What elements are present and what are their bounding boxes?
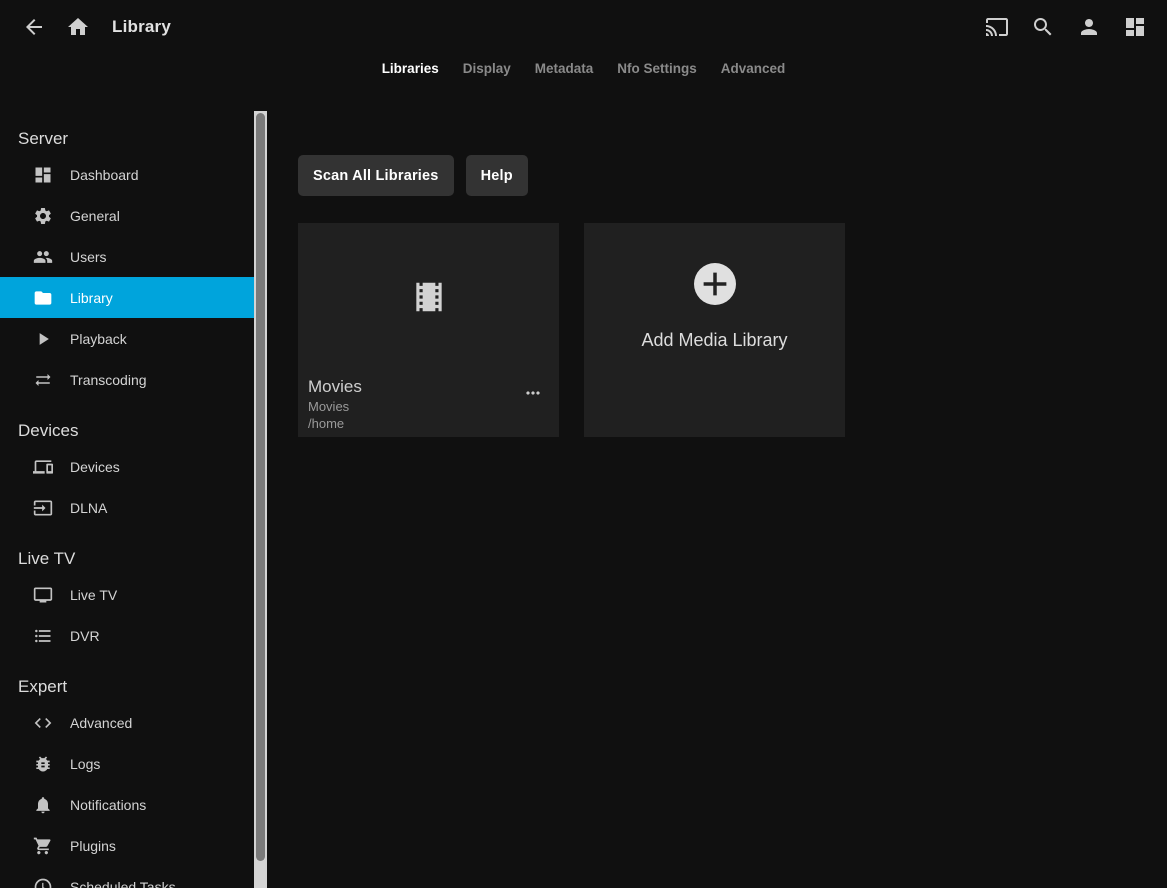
gear-icon [33, 206, 53, 226]
cast-button[interactable] [975, 5, 1019, 49]
sidebar-item-label: DVR [70, 628, 100, 644]
sidebar-item-plugins[interactable]: Plugins [0, 825, 254, 866]
sidebar-item-label: Library [70, 290, 113, 306]
sidebar-section-devices: Devices Devices DLNA [0, 416, 267, 528]
library-type: Movies [308, 398, 549, 415]
sidebar-item-users[interactable]: Users [0, 236, 254, 277]
sidebar-item-scheduled-tasks[interactable]: Scheduled Tasks [0, 866, 254, 888]
settings-tabs: Libraries Display Metadata Nfo Settings … [0, 55, 1167, 81]
sidebar-item-label: Live TV [70, 587, 117, 603]
user-button[interactable] [1067, 5, 1111, 49]
dashboard-button[interactable] [1113, 5, 1157, 49]
scan-all-libraries-button[interactable]: Scan All Libraries [298, 155, 454, 196]
transcode-icon [33, 370, 53, 390]
library-path: /home [308, 415, 549, 432]
clock-icon [33, 877, 53, 888]
library-title: Movies [308, 376, 549, 398]
library-toolbar: Scan All Libraries Help [298, 155, 1167, 196]
sidebar-item-label: Users [70, 249, 107, 265]
help-button[interactable]: Help [466, 155, 528, 196]
sidebar-item-library[interactable]: Library [0, 277, 254, 318]
tab-libraries[interactable]: Libraries [381, 59, 440, 78]
sidebar-item-livetv[interactable]: Live TV [0, 574, 254, 615]
home-icon [66, 15, 90, 39]
sidebar-section-livetv: Live TV Live TV DVR [0, 544, 267, 656]
search-icon [1031, 15, 1055, 39]
tv-icon [33, 585, 53, 605]
sidebar-item-dashboard[interactable]: Dashboard [0, 154, 254, 195]
sidebar-item-devices[interactable]: Devices [0, 446, 254, 487]
library-card-image [298, 223, 559, 371]
sidebar-item-label: Advanced [70, 715, 132, 731]
devices-icon [33, 457, 53, 477]
libraries-page: Scan All Libraries Help Movies Movies /h… [267, 108, 1167, 888]
sidebar-section-server: Server Dashboard General Users Library P… [0, 124, 267, 400]
sidebar-item-playback[interactable]: Playback [0, 318, 254, 359]
sidebar-item-label: Notifications [70, 797, 146, 813]
section-header-devices: Devices [0, 416, 267, 446]
sidebar-item-dvr[interactable]: DVR [0, 615, 254, 656]
library-cards: Movies Movies /home Add Media Library [298, 223, 1167, 437]
sidebar-item-transcoding[interactable]: Transcoding [0, 359, 254, 400]
bell-icon [33, 795, 53, 815]
sidebar-item-label: DLNA [70, 500, 107, 516]
sidebar-item-label: Playback [70, 331, 127, 347]
cast-icon [985, 15, 1009, 39]
bug-icon [33, 754, 53, 774]
library-menu-button[interactable] [519, 379, 547, 407]
sidebar-item-logs[interactable]: Logs [0, 743, 254, 784]
tab-metadata[interactable]: Metadata [534, 59, 595, 78]
dashboard-icon [1123, 15, 1147, 39]
sidebar-item-label: General [70, 208, 120, 224]
topbar: Library [0, 0, 1167, 54]
tab-advanced[interactable]: Advanced [720, 59, 787, 78]
add-media-library-card[interactable]: Add Media Library [584, 223, 845, 437]
back-icon [22, 15, 46, 39]
list-icon [33, 626, 53, 646]
folder-icon [33, 288, 53, 308]
dashboard-icon [33, 165, 53, 185]
drawer-scrollbar[interactable] [254, 111, 267, 888]
home-button[interactable] [56, 5, 100, 49]
tab-display[interactable]: Display [462, 59, 512, 78]
sidebar-item-general[interactable]: General [0, 195, 254, 236]
play-icon [33, 329, 53, 349]
back-button[interactable] [12, 5, 56, 49]
add-media-library-label: Add Media Library [641, 330, 787, 351]
users-icon [33, 247, 53, 267]
more-horiz-icon [523, 383, 543, 403]
film-icon [410, 278, 448, 316]
sidebar-item-label: Scheduled Tasks [70, 879, 176, 888]
topbar-right [975, 5, 1157, 49]
topbar-left: Library [12, 5, 171, 49]
cart-icon [33, 836, 53, 856]
sidebar-item-dlna[interactable]: DLNA [0, 487, 254, 528]
sidebar: Server Dashboard General Users Library P… [0, 108, 267, 888]
plus-icon [694, 263, 736, 305]
section-header-livetv: Live TV [0, 544, 267, 574]
drawer-scrollbar-thumb[interactable] [256, 113, 265, 861]
section-header-expert: Expert [0, 672, 267, 702]
tab-nfo-settings[interactable]: Nfo Settings [616, 59, 698, 78]
sidebar-item-label: Devices [70, 459, 120, 475]
sidebar-item-advanced[interactable]: Advanced [0, 702, 254, 743]
sidebar-item-label: Plugins [70, 838, 116, 854]
library-card-movies[interactable]: Movies Movies /home [298, 223, 559, 437]
page-title: Library [112, 17, 171, 37]
sidebar-item-label: Dashboard [70, 167, 139, 183]
search-button[interactable] [1021, 5, 1065, 49]
sidebar-item-notifications[interactable]: Notifications [0, 784, 254, 825]
input-icon [33, 498, 53, 518]
sidebar-item-label: Transcoding [70, 372, 147, 388]
sidebar-section-expert: Expert Advanced Logs Notifications Plugi… [0, 672, 267, 888]
section-header-server: Server [0, 124, 267, 154]
sidebar-item-label: Logs [70, 756, 100, 772]
user-icon [1077, 15, 1101, 39]
code-icon [33, 713, 53, 733]
